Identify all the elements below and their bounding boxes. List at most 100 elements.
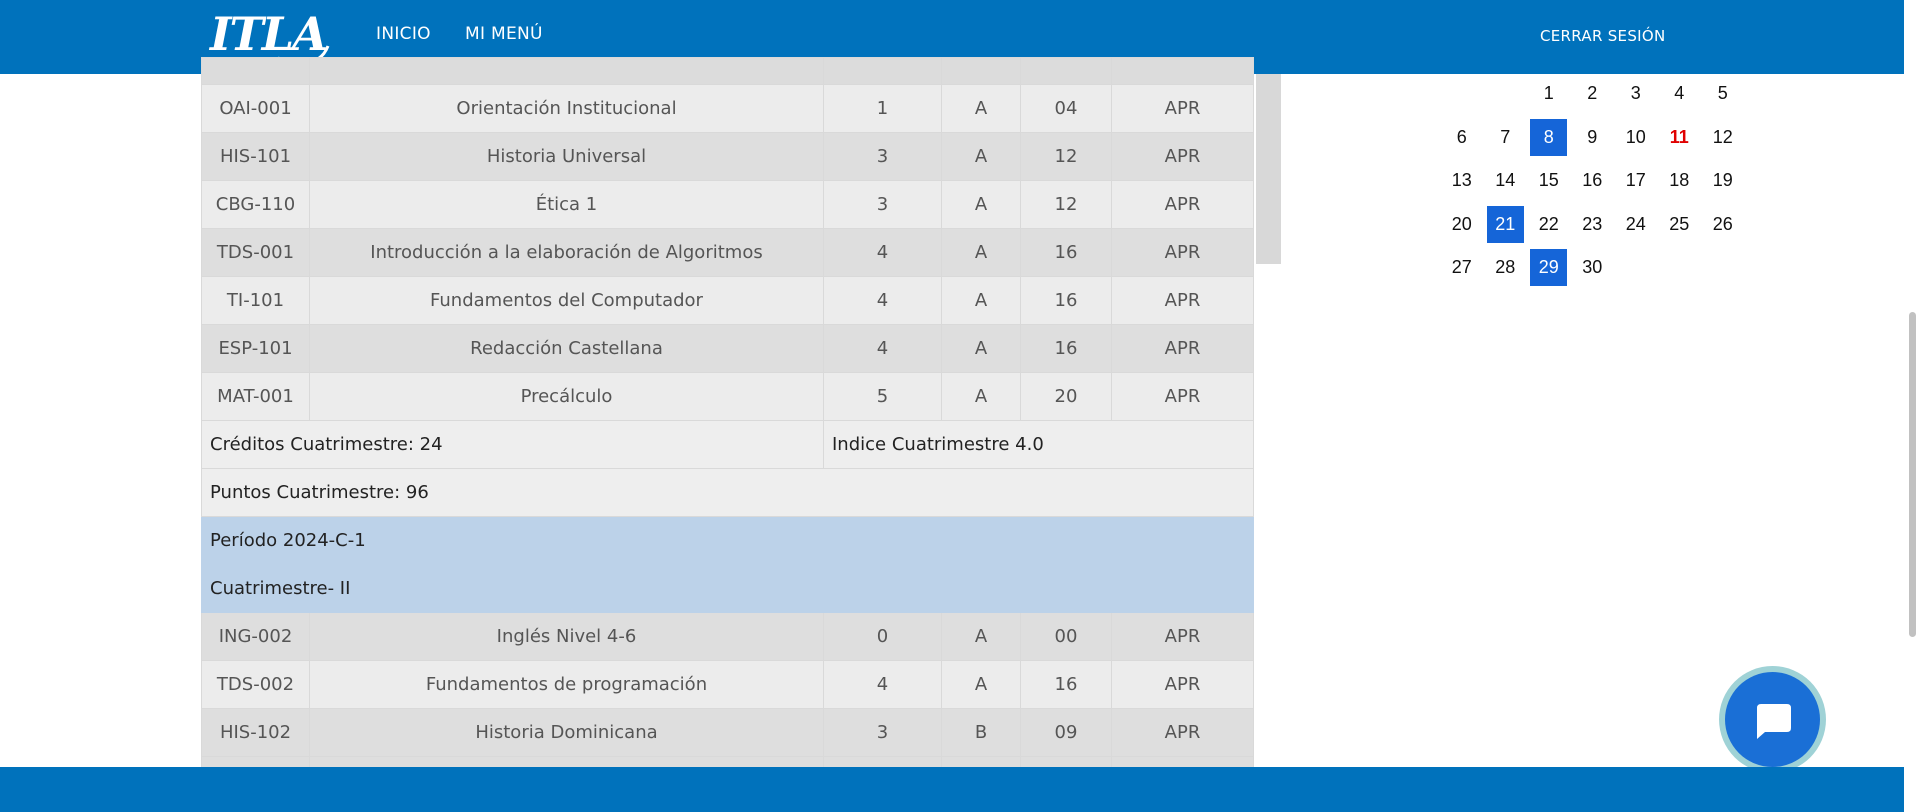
calendar-day[interactable]: 21	[1486, 205, 1524, 243]
course-grade: A	[941, 132, 1021, 181]
course-status: APR	[1111, 228, 1254, 277]
logout-link[interactable]: CERRAR SESIÓN	[1540, 27, 1666, 45]
course-credits: 4	[823, 324, 942, 373]
calendar-day[interactable]: 15	[1527, 162, 1571, 199]
calendar-day[interactable]: 12	[1701, 119, 1745, 156]
course-grade: A	[941, 324, 1021, 373]
table-row: ESP-101 Redacción Castellana 4 A 16 APR	[201, 324, 1254, 373]
calendar-day	[1658, 249, 1702, 286]
table-row: ING-002 Inglés Nivel 4-6 0 A 00 APR	[201, 612, 1254, 661]
course-status: APR	[1111, 180, 1254, 229]
course-name: Inglés Nivel 4-6	[309, 612, 824, 661]
course-name: Ética 1	[309, 180, 824, 229]
calendar-day[interactable]: 1	[1527, 75, 1571, 112]
table-row: TI-101 Fundamentos del Computador 4 A 16…	[201, 276, 1254, 325]
course-name: Historia Dominicana	[309, 708, 824, 757]
course-points: 16	[1020, 228, 1112, 277]
course-grade: A	[941, 228, 1021, 277]
calendar-day[interactable]: 30	[1571, 249, 1615, 286]
calendar-day[interactable]: 18	[1658, 162, 1702, 199]
course-name: Historia Universal	[309, 132, 824, 181]
svg-text:ITLA: ITLA	[208, 7, 326, 61]
course-points: 00	[1020, 612, 1112, 661]
course-name: Fundamentos de programación	[309, 660, 824, 709]
course-name: Orientación Institucional	[309, 84, 824, 133]
calendar-day[interactable]: 17	[1614, 162, 1658, 199]
course-name: Redacción Castellana	[309, 324, 824, 373]
calendar-day[interactable]: 8	[1530, 118, 1568, 156]
calendar-day[interactable]: 13	[1440, 162, 1484, 199]
course-points: 16	[1020, 324, 1112, 373]
course-credits: 5	[823, 372, 942, 421]
calendar-day[interactable]: 27	[1440, 249, 1484, 286]
nav-mi-menu[interactable]: MI MENÚ	[465, 24, 543, 44]
chat-button[interactable]	[1719, 666, 1826, 773]
chat-bubble-icon	[1756, 703, 1791, 739]
course-credits: 4	[823, 660, 942, 709]
calendar-day[interactable]: 3	[1614, 75, 1658, 112]
course-code: ESP-101	[201, 324, 310, 373]
calendar-day[interactable]: 2	[1571, 75, 1615, 112]
calendar-day	[1701, 249, 1745, 286]
course-status: APR	[1111, 708, 1254, 757]
calendar-day[interactable]: 5	[1701, 75, 1745, 112]
course-status: APR	[1111, 276, 1254, 325]
course-status: APR	[1111, 372, 1254, 421]
calendar-day[interactable]: 19	[1701, 162, 1745, 199]
course-status: APR	[1111, 612, 1254, 661]
calendar-day[interactable]: 24	[1614, 206, 1658, 243]
course-points: 12	[1020, 180, 1112, 229]
period-row: Período 2024-C-1	[201, 516, 1254, 565]
course-points: 20	[1020, 372, 1112, 421]
calendar-day[interactable]: 25	[1658, 206, 1702, 243]
calendar-day	[1440, 75, 1484, 112]
calendar-week: 13 14 15 16 17 18 19	[1440, 159, 1745, 203]
course-grade: A	[941, 612, 1021, 661]
calendar-day[interactable]: 28	[1484, 249, 1528, 286]
course-points: 16	[1020, 660, 1112, 709]
course-grade: A	[941, 372, 1021, 421]
course-name: Introducción a la elaboración de Algorit…	[309, 228, 824, 277]
table-row: HIS-101 Historia Universal 3 A 12 APR	[201, 132, 1254, 181]
calendar-day[interactable]: 29	[1530, 249, 1568, 287]
course-credits: 1	[823, 84, 942, 133]
calendar-week: 6 7 8 9 10 11 12	[1440, 116, 1745, 160]
course-code: OAI-001	[201, 84, 310, 133]
calendar-day	[1614, 249, 1658, 286]
page-scrollbar-thumb[interactable]	[1909, 312, 1916, 637]
calendar-day[interactable]: 4	[1658, 75, 1702, 112]
calendar-day[interactable]: 26	[1701, 206, 1745, 243]
calendar-day	[1484, 75, 1528, 112]
course-grade: A	[941, 660, 1021, 709]
course-status: APR	[1111, 324, 1254, 373]
table-row: OAI-001 Orientación Institucional 1 A 04…	[201, 84, 1254, 133]
calendar-day[interactable]: 16	[1571, 162, 1615, 199]
term-row: Cuatrimestre- II	[201, 564, 1254, 613]
summary-row-points: Puntos Cuatrimestre: 96	[201, 468, 1254, 517]
course-grade: B	[941, 708, 1021, 757]
nav-inicio[interactable]: INICIO	[376, 24, 431, 44]
calendar-day[interactable]: 6	[1440, 119, 1484, 156]
calendar-day[interactable]: 23	[1571, 206, 1615, 243]
course-name: Fundamentos del Computador	[309, 276, 824, 325]
term-index: Indice Cuatrimestre 4.0	[823, 420, 1254, 469]
calendar-day[interactable]: 9	[1571, 119, 1615, 156]
course-code: HIS-102	[201, 708, 310, 757]
table-row: TDS-001 Introducción a la elaboración de…	[201, 228, 1254, 277]
course-code: HIS-101	[201, 132, 310, 181]
course-status: APR	[1111, 660, 1254, 709]
course-credits: 4	[823, 228, 942, 277]
footer-bar	[0, 767, 1904, 812]
course-status: APR	[1111, 84, 1254, 133]
calendar-day[interactable]: 10	[1614, 119, 1658, 156]
calendar-day[interactable]: 11	[1658, 119, 1702, 156]
course-credits: 3	[823, 132, 942, 181]
course-grade: A	[941, 276, 1021, 325]
calendar-day[interactable]: 7	[1484, 119, 1528, 156]
table-scrollbar[interactable]	[1256, 74, 1281, 264]
calendar-day[interactable]: 22	[1527, 206, 1571, 243]
calendar-day[interactable]: 14	[1484, 162, 1528, 199]
course-points: 16	[1020, 276, 1112, 325]
table-row: TDS-002 Fundamentos de programación 4 A …	[201, 660, 1254, 709]
calendar-day[interactable]: 20	[1440, 206, 1484, 243]
